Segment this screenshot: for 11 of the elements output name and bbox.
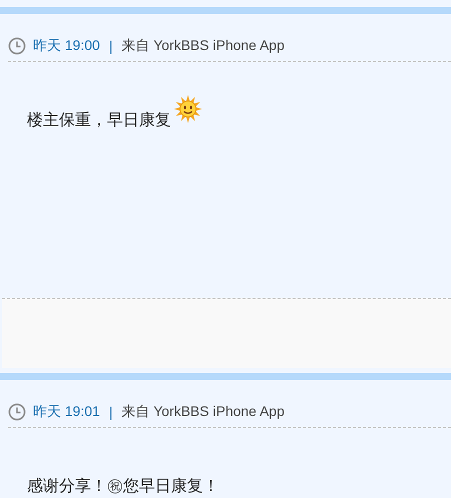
post-source: 来自 YorkBBS iPhone App [122,37,284,55]
post-text: 楼主保重，早日康复 [27,110,171,131]
separator: | [108,38,113,54]
post-time: 昨天 19:01 [33,403,100,421]
separator: | [108,404,113,420]
post-text: 感谢分享！㊗您早日康复！ [27,476,219,497]
clock-icon [8,37,26,55]
clock-icon [8,403,26,421]
post-source: 来自 YorkBBS iPhone App [122,403,284,421]
smiling-sun-icon [173,94,203,124]
post-time: 昨天 19:00 [33,37,100,55]
